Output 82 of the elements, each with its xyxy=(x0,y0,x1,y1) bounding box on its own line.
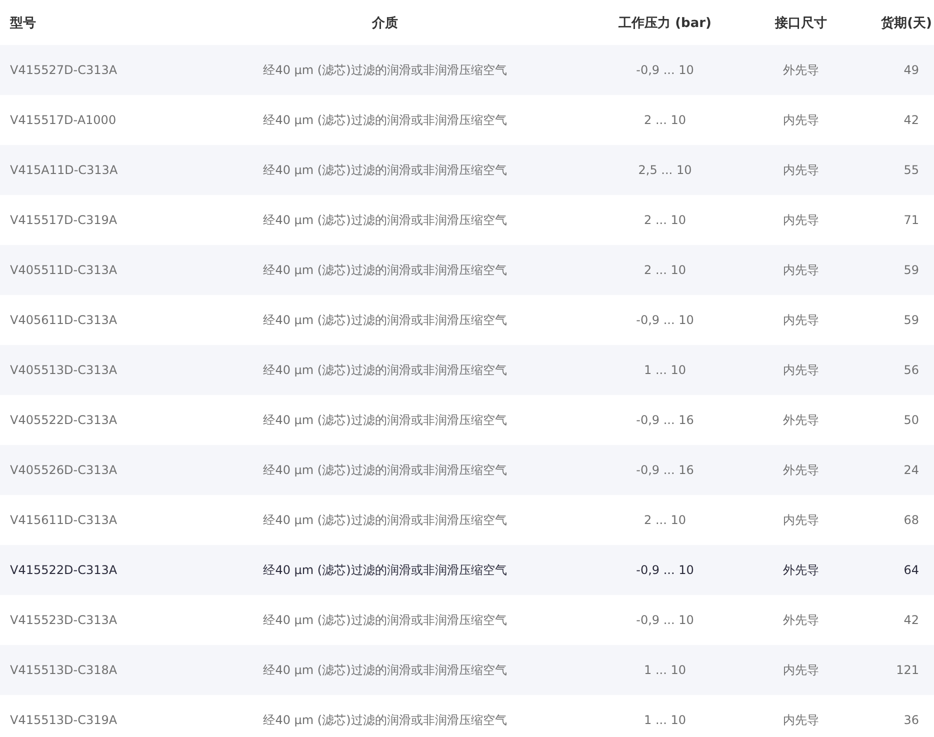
table-row[interactable]: V405513D-C313A 经40 μm (滤芯)过滤的润滑或非润滑压缩空气 1 ... 10 内先导 56 xyxy=(0,345,934,395)
table-cell-text: V415517D-C319A xyxy=(9,213,118,227)
table-cell-text: 56 xyxy=(902,363,920,377)
table-cell-text: 经40 μm (滤芯)过滤的润滑或非润滑压缩空气 xyxy=(262,362,508,378)
table-cell-text: 121 xyxy=(895,663,920,677)
table-cell-text: 59 xyxy=(902,313,920,327)
table-cell-text: -0,9 ... 16 xyxy=(635,463,695,477)
column-header: 工作压力 (bar) xyxy=(618,14,712,32)
table-cell-text: 1 ... 10 xyxy=(643,363,687,377)
table-cell-text: V405522D-C313A xyxy=(9,413,118,427)
table-cell-text: 经40 μm (滤芯)过滤的润滑或非润滑压缩空气 xyxy=(262,662,508,678)
table-cell-text: 外先导 xyxy=(782,612,820,628)
table-cell-text: 外先导 xyxy=(782,562,820,578)
table-cell-text: V415527D-C313A xyxy=(9,63,118,77)
table-cell-text: -0,9 ... 10 xyxy=(635,63,695,77)
table-cell-text: 经40 μm (滤芯)过滤的润滑或非润滑压缩空气 xyxy=(262,512,508,528)
table-cell-text: 1 ... 10 xyxy=(643,713,687,727)
table-cell-text: V415A11D-C313A xyxy=(9,163,119,177)
table-cell-text: 经40 μm (滤芯)过滤的润滑或非润滑压缩空气 xyxy=(262,62,508,78)
table-row[interactable]: V415A11D-C313A 经40 μm (滤芯)过滤的润滑或非润滑压缩空气 2,5 ... 10 内先导 55 xyxy=(0,145,934,195)
table-cell-text: 经40 μm (滤芯)过滤的润滑或非润滑压缩空气 xyxy=(262,462,508,478)
table-cell-text: V415522D-C313A xyxy=(9,563,118,577)
table-cell-text: 内先导 xyxy=(782,162,820,178)
table-cell-text: 71 xyxy=(902,213,920,227)
table-cell-text: 64 xyxy=(902,563,920,577)
table-cell-text: 42 xyxy=(902,613,920,627)
table-cell-text: 2 ... 10 xyxy=(643,513,687,527)
table-row[interactable]: V405526D-C313A 经40 μm (滤芯)过滤的润滑或非润滑压缩空气 -0,9 ... 16 外先导 24 xyxy=(0,445,934,495)
table-cell-text: 经40 μm (滤芯)过滤的润滑或非润滑压缩空气 xyxy=(262,562,508,578)
table-cell-text: 2 ... 10 xyxy=(643,263,687,277)
table-cell-text: 内先导 xyxy=(782,312,820,328)
table-cell-text: 经40 μm (滤芯)过滤的润滑或非润滑压缩空气 xyxy=(262,412,508,428)
table-cell-text: -0,9 ... 10 xyxy=(635,313,695,327)
table-cell-text: 24 xyxy=(902,463,920,477)
table-cell-text: 内先导 xyxy=(782,662,820,678)
table-row[interactable]: V415522D-C313A 经40 μm (滤芯)过滤的润滑或非润滑压缩空气 -0,9 ... 10 外先导 64 xyxy=(0,545,934,595)
table-cell-text: V405526D-C313A xyxy=(9,463,118,477)
table-cell-text: 经40 μm (滤芯)过滤的润滑或非润滑压缩空气 xyxy=(262,212,508,228)
table-cell-text: 2 ... 10 xyxy=(643,113,687,127)
table-cell-text: 外先导 xyxy=(782,62,820,78)
table-cell-text: V415513D-C319A xyxy=(9,713,118,727)
table-row[interactable]: V415513D-C318A 经40 μm (滤芯)过滤的润滑或非润滑压缩空气 1 ... 10 内先导 121 xyxy=(0,645,934,695)
table-cell-text: V415611D-C313A xyxy=(9,513,118,527)
table-cell-text: 内先导 xyxy=(782,712,820,728)
table-cell-text: 2,5 ... 10 xyxy=(637,163,693,177)
table-cell-text: V405513D-C313A xyxy=(9,363,118,377)
table-cell-text: V405611D-C313A xyxy=(9,313,118,327)
column-header: 介质 xyxy=(370,14,399,32)
table-cell-text: 42 xyxy=(902,113,920,127)
table-cell-text: 经40 μm (滤芯)过滤的润滑或非润滑压缩空气 xyxy=(262,612,508,628)
table-cell-text: 内先导 xyxy=(782,212,820,228)
table-cell-text: 49 xyxy=(902,63,920,77)
table-cell-text: V415517D-A1000 xyxy=(9,113,118,127)
table-cell-text: 2 ... 10 xyxy=(643,213,687,227)
table-cell-text: 经40 μm (滤芯)过滤的润滑或非润滑压缩空气 xyxy=(262,312,508,328)
table-cell-text: 经40 μm (滤芯)过滤的润滑或非润滑压缩空气 xyxy=(262,262,508,278)
table-cell-text: -0,9 ... 16 xyxy=(635,413,695,427)
table-cell-text: V415523D-C313A xyxy=(9,613,118,627)
table-cell-text: 50 xyxy=(902,413,920,427)
table-cell-text: 36 xyxy=(902,713,920,727)
table-cell-text: 外先导 xyxy=(782,412,820,428)
table-cell-text: -0,9 ... 10 xyxy=(635,613,695,627)
table-row[interactable]: V405511D-C313A 经40 μm (滤芯)过滤的润滑或非润滑压缩空气 2 ... 10 内先导 59 xyxy=(0,245,934,295)
table-cell-text: 经40 μm (滤芯)过滤的润滑或非润滑压缩空气 xyxy=(262,112,508,128)
table-cell-text: 55 xyxy=(902,163,920,177)
table-row[interactable]: V415527D-C313A 经40 μm (滤芯)过滤的润滑或非润滑压缩空气 -0,9 ... 10 外先导 49 xyxy=(0,45,934,95)
table-cell-text: 经40 μm (滤芯)过滤的润滑或非润滑压缩空气 xyxy=(262,162,508,178)
table-cell-text: 内先导 xyxy=(782,262,820,278)
table-cell-text: 外先导 xyxy=(782,462,820,478)
table-cell-text: 59 xyxy=(902,263,920,277)
table-cell-text: V415513D-C318A xyxy=(9,663,118,677)
column-header: 接口尺寸 xyxy=(774,14,828,32)
column-header: 货期(天) xyxy=(880,14,933,32)
table-cell-text: V405511D-C313A xyxy=(9,263,118,277)
table-cell-text: 68 xyxy=(902,513,920,527)
table-cell-text: 内先导 xyxy=(782,362,820,378)
column-header: 型号 xyxy=(9,14,37,32)
table-cell-text: 内先导 xyxy=(782,112,820,128)
table-cell-text: 内先导 xyxy=(782,512,820,528)
table-cell-text: -0,9 ... 10 xyxy=(635,563,695,577)
table-cell-text: 1 ... 10 xyxy=(643,663,687,677)
table-cell-text: 经40 μm (滤芯)过滤的润滑或非润滑压缩空气 xyxy=(262,712,508,728)
